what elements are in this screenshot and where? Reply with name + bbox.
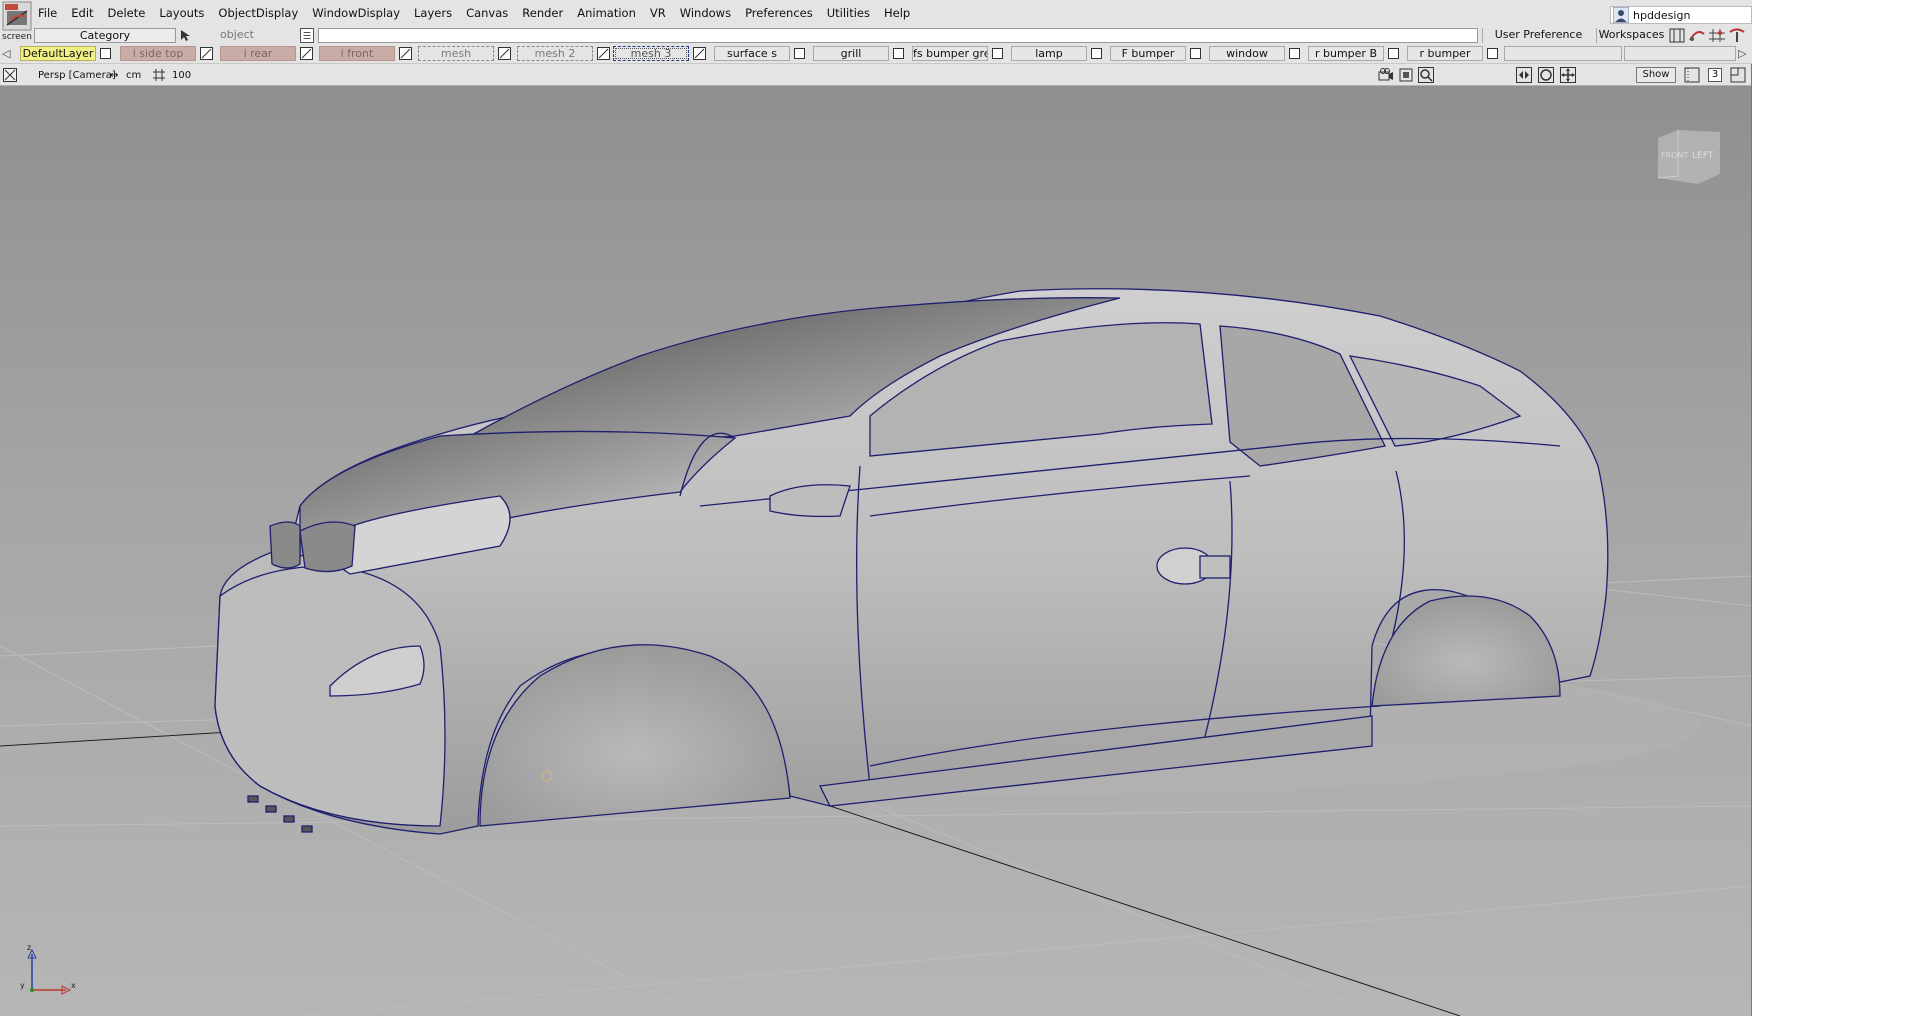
units-icon: ↔ [110, 70, 119, 81]
layer-search-field[interactable] [318, 28, 1478, 43]
menu-file[interactable]: File [38, 6, 57, 20]
menu-windowdisplay[interactable]: WindowDisplay [312, 6, 400, 20]
menu-canvas[interactable]: Canvas [466, 6, 508, 20]
layer-edit-icon[interactable] [300, 47, 313, 60]
right-empty-area [1753, 0, 1919, 1016]
workspace-tools [1668, 28, 1748, 43]
shelf-screen-icon [2, 1, 32, 31]
layer-visibility-checkbox[interactable] [1388, 48, 1399, 59]
user-name: hpddesign [1633, 8, 1691, 22]
menu-items: File Edit Delete Layouts ObjectDisplay W… [38, 6, 924, 20]
logo-caption: screen [2, 32, 32, 42]
layer-name[interactable] [1624, 46, 1736, 61]
camera-icon[interactable] [1378, 67, 1394, 83]
pick-object-icon[interactable] [178, 28, 194, 43]
grid-size-label: 100 [172, 70, 192, 81]
layer-edit-icon[interactable] [200, 47, 213, 60]
layer-scroll-right-icon[interactable]: ▷ [1738, 47, 1750, 61]
menu-preferences[interactable]: Preferences [745, 6, 813, 20]
menu-render[interactable]: Render [522, 6, 563, 20]
axis-gizmo: z x y [20, 944, 76, 995]
menu-help[interactable]: Help [884, 6, 910, 20]
layer-name[interactable] [1504, 46, 1622, 61]
layer-edit-icon[interactable] [597, 47, 610, 60]
curve-tool-icon[interactable] [1688, 28, 1706, 43]
menu-utilities[interactable]: Utilities [827, 6, 870, 20]
show-menu-button[interactable]: Show [1636, 67, 1676, 83]
app-logo[interactable]: screen [0, 0, 34, 44]
layer-visibility-checkbox[interactable] [1190, 48, 1201, 59]
menu-layouts[interactable]: Layouts [159, 6, 204, 20]
layer-visibility-checkbox[interactable] [1289, 48, 1300, 59]
user-preference-sets-button[interactable]: User Preference Sets [1482, 28, 1594, 55]
layer-visibility-checkbox[interactable] [1091, 48, 1102, 59]
menu-bar: File Edit Delete Layouts ObjectDisplay W… [0, 0, 1752, 28]
layer-visibility-checkbox[interactable] [893, 48, 904, 59]
single-view-icon[interactable] [1684, 67, 1700, 83]
object-filter-label[interactable]: object [194, 28, 280, 43]
layer-bar: ◁ DefaultLayer i side top i rear i front… [0, 44, 1752, 64]
layer-name[interactable]: mesh 3 [613, 46, 689, 61]
view-cube-front[interactable]: FRONT [1661, 151, 1688, 160]
layer-name[interactable]: mesh [418, 46, 494, 61]
axis-y-label: y [20, 981, 25, 990]
scene-canvas[interactable] [0, 86, 1752, 1016]
menu-animation[interactable]: Animation [577, 6, 636, 20]
view-cube[interactable]: FRONT LEFT [1654, 126, 1722, 188]
layer-name[interactable]: grill [813, 46, 889, 61]
layer-name[interactable]: i front [319, 46, 395, 61]
layer-name[interactable]: fs bumper grey [912, 46, 988, 61]
layer-name[interactable]: mesh 2 [517, 46, 593, 61]
layer-name[interactable]: DefaultLayer [20, 46, 96, 61]
category-dropdown[interactable]: Category [34, 28, 176, 43]
grid-snap-icon[interactable] [1708, 28, 1726, 43]
layer-visibility-checkbox[interactable] [1487, 48, 1498, 59]
layer-edit-icon[interactable] [399, 47, 412, 60]
workspaces-button[interactable]: Workspaces [1596, 28, 1666, 43]
layer-visibility-checkbox[interactable] [992, 48, 1003, 59]
layout-icon[interactable] [1668, 28, 1686, 43]
layer-name[interactable]: lamp [1011, 46, 1087, 61]
camera-label[interactable]: Persp [Camera] [38, 70, 116, 81]
layer-visibility-checkbox[interactable] [100, 48, 111, 59]
units-label: cm [126, 70, 142, 81]
layer-name[interactable]: surface s [714, 46, 790, 61]
menu-windows[interactable]: Windows [680, 6, 731, 20]
grid-size-icon [153, 69, 165, 81]
maximize-viewport-icon[interactable] [1730, 67, 1746, 83]
user-icon [1613, 7, 1629, 23]
layer-name[interactable]: r bumper B [1308, 46, 1384, 61]
list-icon[interactable] [300, 28, 314, 43]
layer-name[interactable]: r bumper [1407, 46, 1483, 61]
view-cube-left[interactable]: LEFT [1692, 151, 1714, 161]
layer-name[interactable]: window [1209, 46, 1285, 61]
layer-edit-icon[interactable] [693, 47, 706, 60]
layer-name[interactable]: i rear [220, 46, 296, 61]
axis-x-label: x [71, 981, 76, 990]
move-view-icon[interactable] [1560, 67, 1576, 83]
viewport-header: Persp [Camera] ↔ cm 100 Show 3 [0, 64, 1751, 86]
shading-icon[interactable] [1538, 67, 1554, 83]
layer-name[interactable]: i side top [120, 46, 196, 61]
layer-visibility-checkbox[interactable] [794, 48, 805, 59]
pick-tool-icon[interactable] [1728, 28, 1746, 43]
layer-name[interactable]: F bumper [1110, 46, 1186, 61]
menu-objectdisplay[interactable]: ObjectDisplay [218, 6, 298, 20]
layout-count-button[interactable]: 3 [1708, 68, 1722, 82]
viewport-close-icon[interactable] [3, 68, 17, 82]
category-bar: Category object User Preference Sets Wor… [34, 28, 1752, 55]
fit-view-icon[interactable] [1516, 67, 1532, 83]
menu-vr[interactable]: VR [650, 6, 666, 20]
bookmark-icon[interactable] [1398, 67, 1414, 83]
layer-edit-icon[interactable] [498, 47, 511, 60]
user-account[interactable]: hpddesign [1610, 6, 1752, 24]
perspective-viewport[interactable]: Persp [Camera] ↔ cm 100 Show 3 FRONT LEF… [0, 64, 1752, 1016]
menu-layers[interactable]: Layers [414, 6, 452, 20]
layer-scroll-left-icon[interactable]: ◁ [2, 47, 14, 61]
menu-edit[interactable]: Edit [71, 6, 93, 20]
zoom-icon[interactable] [1418, 67, 1434, 83]
menu-delete[interactable]: Delete [108, 6, 146, 20]
axis-z-label: z [27, 944, 31, 952]
